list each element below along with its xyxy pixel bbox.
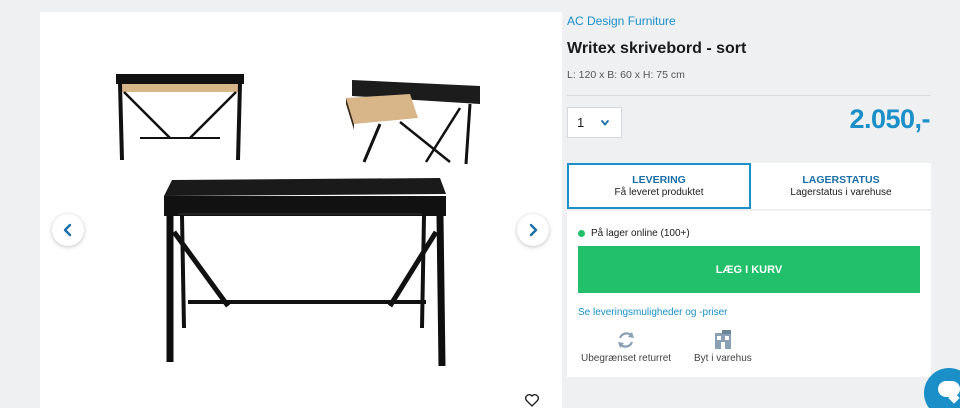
main-product-image[interactable] [158,172,458,368]
chevron-right-icon [529,223,538,237]
return-icon [618,332,635,348]
divider [567,95,931,96]
feature-store-exchange: Byt i varehus [694,329,752,364]
tab-delivery-subtitle: Få leveret produktet [614,187,704,198]
gallery-prev-button[interactable] [52,214,84,246]
gallery-next-button[interactable] [517,214,549,246]
delivery-options-link[interactable]: Se leveringsmuligheder og -priser [578,307,728,318]
brand-link[interactable]: AC Design Furniture [567,14,676,28]
chevron-down-icon [601,120,609,126]
tab-stock-subtitle: Lagerstatus i varehuse [790,187,892,198]
info-tabs: LEVERING Få leveret produktet LAGERSTATU… [567,163,931,209]
product-gallery [40,12,562,408]
thumbnail-desk-front[interactable] [110,68,250,164]
stock-status-text: På lager online (100+) [591,228,690,239]
stock-indicator-dot [578,230,585,237]
favorite-heart-icon[interactable] [524,392,540,408]
store-exchange-icon [714,330,731,349]
quantity-select[interactable]: 1 [567,107,622,138]
quantity-value: 1 [577,115,585,130]
stock-status: På lager online (100+) [578,228,690,239]
delivery-panel: På lager online (100+) LÆG I KURV Se lev… [567,211,931,377]
product-price: 2.050,- [849,104,930,134]
feature-store-exchange-label: Byt i varehus [694,353,752,364]
product-dimensions: L: 120 x B: 60 x H: 75 cm [567,69,685,81]
tab-stock-title: LAGERSTATUS [802,174,880,186]
tab-delivery-title: LEVERING [632,174,686,186]
product-title: Writex skrivebord - sort [567,40,747,57]
add-to-cart-button[interactable]: LÆG I KURV [578,246,920,293]
feature-return: Ubegrænset returret [581,329,671,364]
feature-return-label: Ubegrænset returret [581,353,672,364]
tab-stock-status[interactable]: LAGERSTATUS Lagerstatus i varehuse [751,163,931,209]
thumbnail-desk-angled[interactable] [340,74,490,166]
chevron-left-icon [63,223,72,237]
tab-delivery[interactable]: LEVERING Få leveret produktet [567,163,751,209]
